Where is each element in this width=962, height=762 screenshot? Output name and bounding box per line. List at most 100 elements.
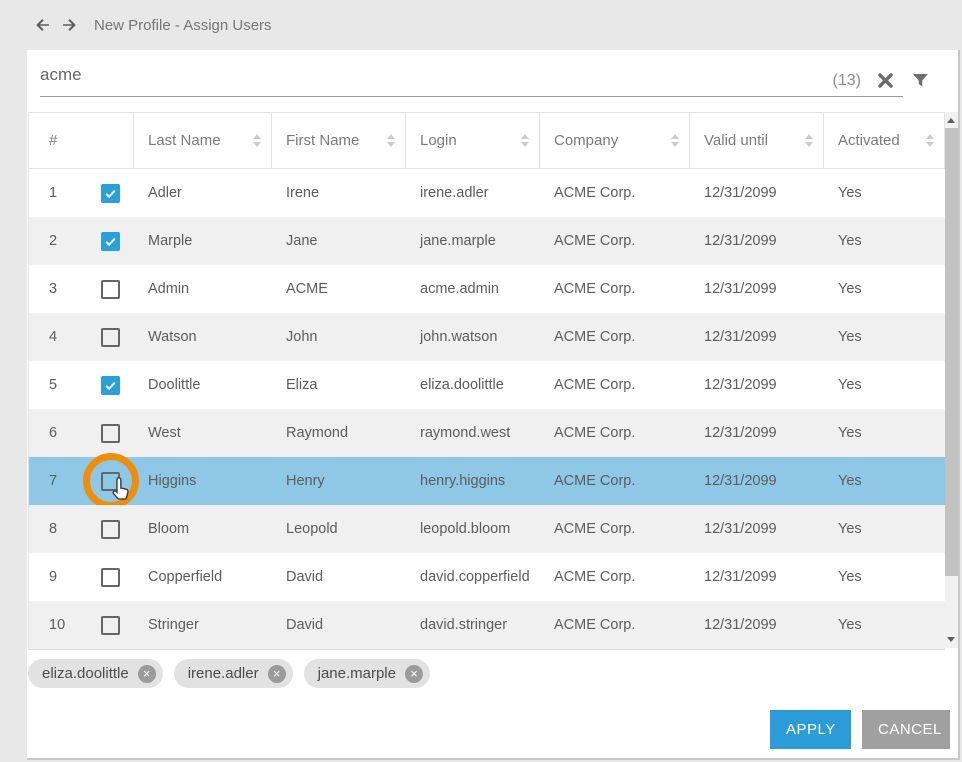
cell-login: acme.admin xyxy=(406,281,540,297)
cell-activated: Yes xyxy=(824,569,945,585)
cell-last-name: Copperfield xyxy=(134,569,272,585)
filter-input[interactable] xyxy=(40,65,903,97)
sort-icon[interactable] xyxy=(521,134,529,147)
table-row[interactable]: 4 Watson John john.watson ACME Corp. 12/… xyxy=(29,313,945,361)
sort-down-icon xyxy=(253,142,261,147)
assign-users-dialog: New Profile - Assign Users (13) # Last N… xyxy=(0,0,962,762)
sort-down-icon xyxy=(805,142,813,147)
user-tag: eliza.doolittle × xyxy=(28,659,163,688)
cell-first-name: ACME xyxy=(272,281,406,297)
cell-first-name: Irene xyxy=(272,185,406,201)
cell-valid-until: 12/31/2099 xyxy=(690,185,824,201)
dialog-header: New Profile - Assign Users xyxy=(0,0,962,50)
cell-index: 3 xyxy=(29,280,134,299)
table-row[interactable]: 8 Bloom Leopold leopold.bloom ACME Corp.… xyxy=(29,505,945,553)
row-checkbox[interactable] xyxy=(101,328,120,347)
cell-first-name: Jane xyxy=(272,233,406,249)
table-row[interactable]: 10 Stringer David david.stringer ACME Co… xyxy=(29,601,945,649)
remove-tag-icon[interactable]: × xyxy=(268,665,286,683)
sort-icon[interactable] xyxy=(926,134,934,147)
cell-company: ACME Corp. xyxy=(540,281,690,297)
sort-icon[interactable] xyxy=(805,134,813,147)
column-header--[interactable]: # xyxy=(29,113,134,168)
apply-button[interactable]: APPLY xyxy=(770,710,851,749)
table-row[interactable]: 2 Marple Jane jane.marple ACME Corp. 12/… xyxy=(29,217,945,265)
forward-icon[interactable] xyxy=(58,14,80,36)
cell-activated: Yes xyxy=(824,329,945,345)
cell-index: 5 xyxy=(29,376,134,395)
table-row[interactable]: 6 West Raymond raymond.west ACME Corp. 1… xyxy=(29,409,945,457)
row-checkbox[interactable] xyxy=(101,280,120,299)
sort-up-icon xyxy=(805,134,813,139)
row-checkbox[interactable] xyxy=(101,232,120,251)
cell-login: david.stringer xyxy=(406,617,540,633)
column-header-label: Activated xyxy=(838,132,900,149)
row-checkbox[interactable] xyxy=(101,376,120,395)
table-row[interactable]: 5 Doolittle Eliza eliza.doolittle ACME C… xyxy=(29,361,945,409)
table-body: 1 Adler Irene irene.adler ACME Corp. 12/… xyxy=(29,169,945,649)
row-checkbox[interactable] xyxy=(101,568,120,587)
scrollbar-thumb[interactable] xyxy=(945,128,958,576)
cell-valid-until: 12/31/2099 xyxy=(690,569,824,585)
column-header-login[interactable]: Login xyxy=(406,113,540,168)
scroll-down-icon[interactable] xyxy=(947,637,955,642)
cell-valid-until: 12/31/2099 xyxy=(690,281,824,297)
cell-index: 2 xyxy=(29,232,134,251)
cell-valid-until: 12/31/2099 xyxy=(690,617,824,633)
row-number: 3 xyxy=(49,281,81,297)
cell-last-name: West xyxy=(134,425,272,441)
cell-company: ACME Corp. xyxy=(540,473,690,489)
table-row[interactable]: 7 Higgins Henry henry.higgins ACME Corp.… xyxy=(29,457,945,505)
scroll-up-icon[interactable] xyxy=(947,118,955,123)
column-header-activated[interactable]: Activated xyxy=(824,113,945,168)
sort-icon[interactable] xyxy=(253,134,261,147)
cell-company: ACME Corp. xyxy=(540,617,690,633)
sort-down-icon xyxy=(387,142,395,147)
dialog-title: New Profile - Assign Users xyxy=(94,17,272,34)
cell-last-name: Stringer xyxy=(134,617,272,633)
column-header-company[interactable]: Company xyxy=(540,113,690,168)
sort-icon[interactable] xyxy=(387,134,395,147)
cell-valid-until: 12/31/2099 xyxy=(690,233,824,249)
row-checkbox[interactable] xyxy=(101,520,120,539)
remove-tag-icon[interactable]: × xyxy=(138,665,156,683)
row-checkbox[interactable] xyxy=(101,424,120,443)
filter-icon[interactable] xyxy=(910,70,931,91)
sort-icon[interactable] xyxy=(671,134,679,147)
remove-tag-icon[interactable]: × xyxy=(405,665,423,683)
user-tag: jane.marple × xyxy=(304,659,430,688)
column-header-label: # xyxy=(49,132,57,149)
search-icons: (13) xyxy=(833,70,931,91)
cell-first-name: Raymond xyxy=(272,425,406,441)
cell-activated: Yes xyxy=(824,281,945,297)
row-checkbox[interactable] xyxy=(101,184,120,203)
cell-index: 6 xyxy=(29,424,134,443)
row-checkbox[interactable] xyxy=(101,472,120,491)
table-row[interactable]: 3 Admin ACME acme.admin ACME Corp. 12/31… xyxy=(29,265,945,313)
table-row[interactable]: 1 Adler Irene irene.adler ACME Corp. 12/… xyxy=(29,169,945,217)
column-header-last-name[interactable]: Last Name xyxy=(134,113,272,168)
cell-last-name: Bloom xyxy=(134,521,272,537)
dialog-body: (13) # Last Name First Name Login xyxy=(27,50,960,760)
column-header-first-name[interactable]: First Name xyxy=(272,113,406,168)
row-checkbox[interactable] xyxy=(101,616,120,635)
cell-first-name: Leopold xyxy=(272,521,406,537)
clear-filter-icon[interactable] xyxy=(876,71,895,90)
table-row[interactable]: 9 Copperfield David david.copperfield AC… xyxy=(29,553,945,601)
selected-users: eliza.doolittle × irene.adler × jane.mar… xyxy=(28,659,430,688)
user-tag: irene.adler × xyxy=(174,659,293,688)
back-icon[interactable] xyxy=(32,14,54,36)
cell-activated: Yes xyxy=(824,185,945,201)
table-scrollbar[interactable] xyxy=(945,112,958,648)
cell-index: 4 xyxy=(29,328,134,347)
cell-activated: Yes xyxy=(824,377,945,393)
cell-first-name: Henry xyxy=(272,473,406,489)
cell-index: 7 xyxy=(29,472,134,491)
cell-valid-until: 12/31/2099 xyxy=(690,329,824,345)
sort-up-icon xyxy=(387,134,395,139)
row-number: 4 xyxy=(49,329,81,345)
sort-up-icon xyxy=(521,134,529,139)
cancel-button[interactable]: CANCEL xyxy=(862,710,950,749)
cell-first-name: David xyxy=(272,569,406,585)
column-header-valid-until[interactable]: Valid until xyxy=(690,113,824,168)
